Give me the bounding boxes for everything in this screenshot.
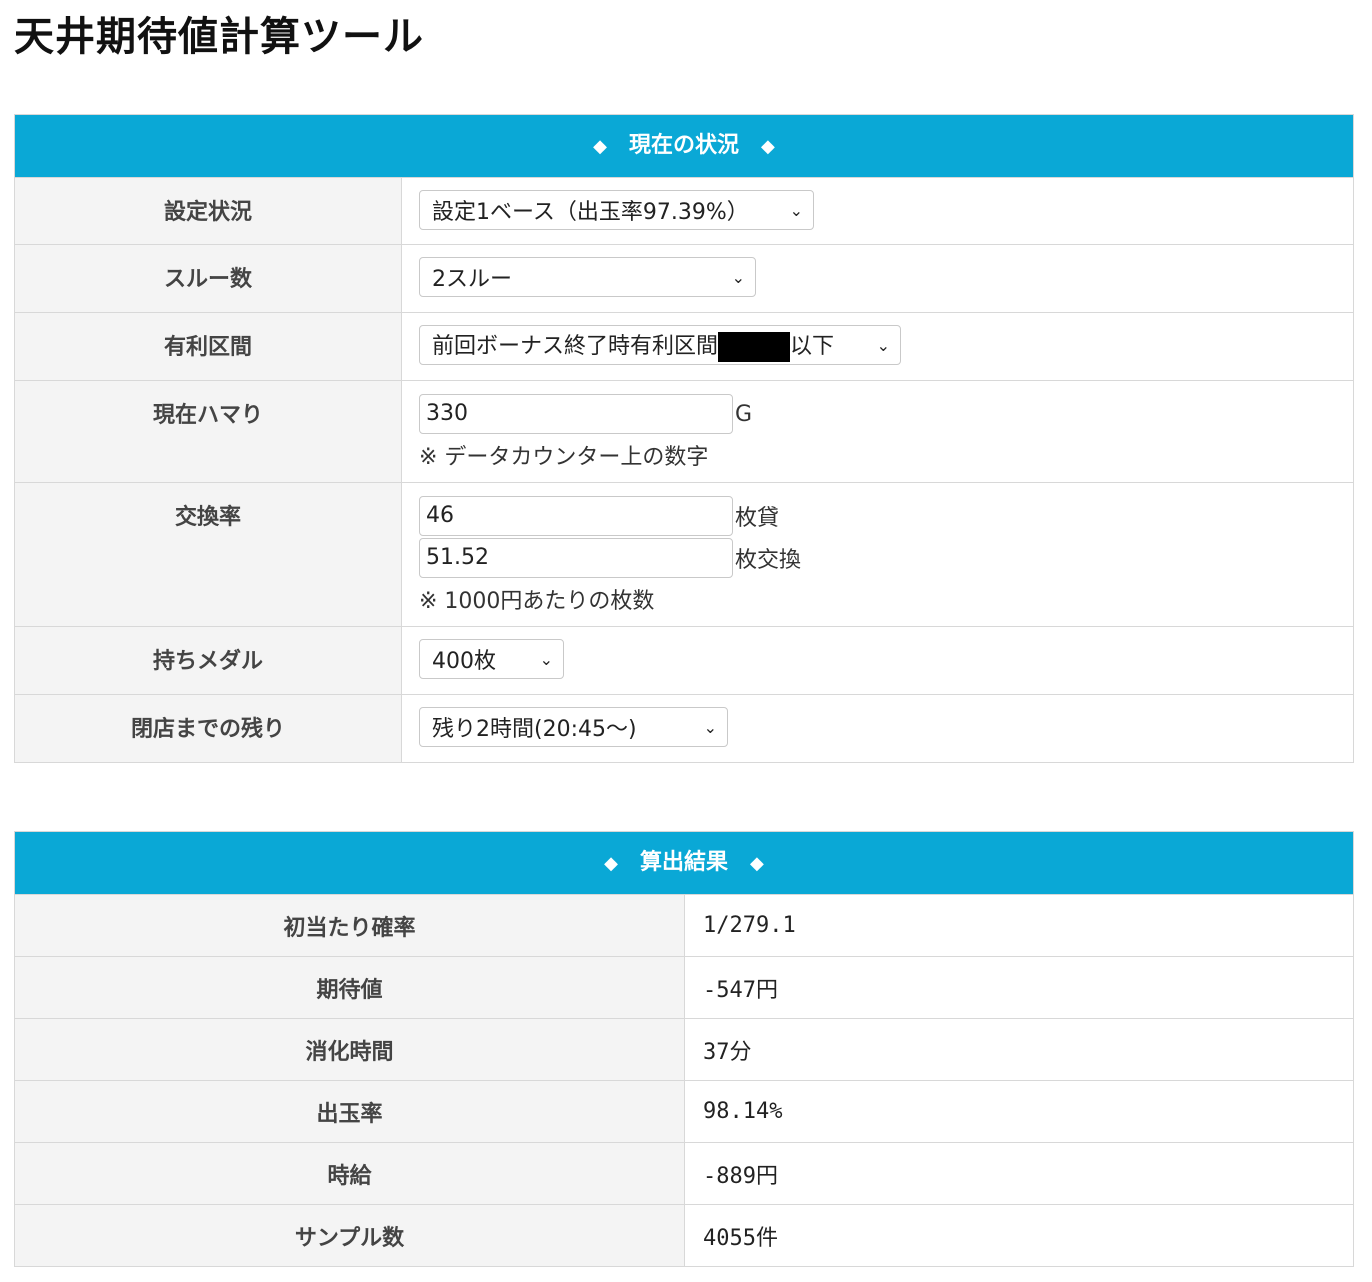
page-title: 天井期待値計算ツール [14, 14, 424, 60]
settei-label: 設定状況 [15, 178, 402, 244]
through-select[interactable]: 2スルー ⌄ [419, 257, 756, 297]
first-hit-value: 1/279.1 [703, 913, 796, 938]
first-hit-label: 初当たり確率 [15, 895, 685, 956]
chevron-down-icon: ⌄ [876, 335, 890, 355]
result-row-expected-value: 期待値 -547円 [15, 956, 1353, 1018]
sample-count-value: 4055件 [703, 1225, 778, 1251]
hamari-input[interactable]: 330 [419, 394, 733, 434]
through-select-value: 2スルー [432, 267, 512, 292]
through-row: スルー数 2スルー ⌄ [15, 244, 1353, 312]
diamond-icon: ◆ [593, 136, 607, 157]
diamond-icon: ◆ [750, 853, 764, 874]
settei-row: 設定状況 設定1ベース（出玉率97.39%） ⌄ [15, 177, 1353, 244]
current-status-header: ◆ 現在の状況 ◆ [15, 115, 1353, 177]
settei-select-value: 設定1ベース（出玉率97.39%） [432, 200, 749, 225]
result-row-sample-count: サンプル数 4055件 [15, 1204, 1353, 1266]
current-status-title: 現在の状況 [628, 133, 739, 158]
hourly-wage-value: -889円 [703, 1163, 778, 1189]
hamari-note: ※ データカウンター上の数字 [419, 445, 709, 470]
exchange-rate-unit: 枚交換 [735, 548, 802, 573]
medal-select[interactable]: 400枚 ⌄ [419, 639, 564, 679]
result-panel: ◆ 算出結果 ◆ 初当たり確率 1/279.1 期待値 -547円 消化時間 37分… [14, 831, 1354, 1267]
koukan-note: ※ 1000円あたりの枚数 [419, 589, 655, 614]
payout-rate-label: 出玉率 [15, 1081, 685, 1142]
payout-rate-value: 98.14% [703, 1099, 783, 1124]
result-row-play-time: 消化時間 37分 [15, 1018, 1353, 1080]
result-row-payout-rate: 出玉率 98.14% [15, 1080, 1353, 1142]
yuuri-value-prefix: 前回ボーナス終了時有利区間 [432, 334, 719, 359]
heiten-select-value: 残り2時間(20:45〜) [432, 717, 637, 742]
chevron-down-icon: ⌄ [703, 717, 717, 737]
play-time-label: 消化時間 [15, 1019, 685, 1080]
result-title: 算出結果 [639, 850, 728, 875]
koukan-label: 交換率 [15, 483, 402, 626]
chevron-down-icon: ⌄ [731, 267, 745, 287]
expected-value-label: 期待値 [15, 957, 685, 1018]
yuuri-value-suffix: 以下 [790, 334, 835, 359]
settei-select[interactable]: 設定1ベース（出玉率97.39%） ⌄ [419, 190, 814, 230]
heiten-select[interactable]: 残り2時間(20:45〜) ⌄ [419, 707, 728, 747]
heiten-row: 閉店までの残り 残り2時間(20:45〜) ⌄ [15, 694, 1353, 762]
koukan-row: 交換率 46 枚貸 51.52 枚交換 ※ 1000円あたりの枚数 [15, 482, 1353, 626]
diamond-icon: ◆ [604, 853, 618, 874]
medal-select-value: 400枚 [432, 649, 496, 674]
chevron-down-icon: ⌄ [539, 649, 553, 669]
result-row-first-hit: 初当たり確率 1/279.1 [15, 894, 1353, 956]
redaction-block [718, 332, 791, 362]
hourly-wage-label: 時給 [15, 1143, 685, 1204]
result-row-hourly-wage: 時給 -889円 [15, 1142, 1353, 1204]
medal-row: 持ちメダル 400枚 ⌄ [15, 626, 1353, 694]
hamari-unit: G [735, 401, 753, 427]
yuuri-select-value: 前回ボーナス終了時有利区間 以下 [432, 328, 834, 362]
through-label: スルー数 [15, 245, 402, 312]
yuuri-select[interactable]: 前回ボーナス終了時有利区間 以下 ⌄ [419, 325, 901, 365]
hamari-row: 現在ハマり 330 G ※ データカウンター上の数字 [15, 380, 1353, 482]
play-time-value: 37分 [703, 1039, 752, 1065]
chevron-down-icon: ⌄ [789, 200, 803, 220]
yuuri-row: 有利区間 前回ボーナス終了時有利区間 以下 ⌄ [15, 312, 1353, 380]
medal-label: 持ちメダル [15, 627, 402, 694]
result-header: ◆ 算出結果 ◆ [15, 832, 1353, 894]
hamari-label: 現在ハマり [15, 381, 402, 482]
current-status-panel: ◆ 現在の状況 ◆ 設定状況 設定1ベース（出玉率97.39%） ⌄ スルー数 2ス… [14, 114, 1354, 763]
heiten-label: 閉店までの残り [15, 695, 402, 762]
kashi-rate-input[interactable]: 46 [419, 496, 733, 536]
expected-value-value: -547円 [703, 977, 778, 1003]
kashi-rate-unit: 枚貸 [735, 506, 780, 531]
diamond-icon: ◆ [761, 136, 775, 157]
sample-count-label: サンプル数 [15, 1205, 685, 1266]
exchange-rate-input[interactable]: 51.52 [419, 538, 733, 578]
yuuri-label: 有利区間 [15, 313, 402, 380]
